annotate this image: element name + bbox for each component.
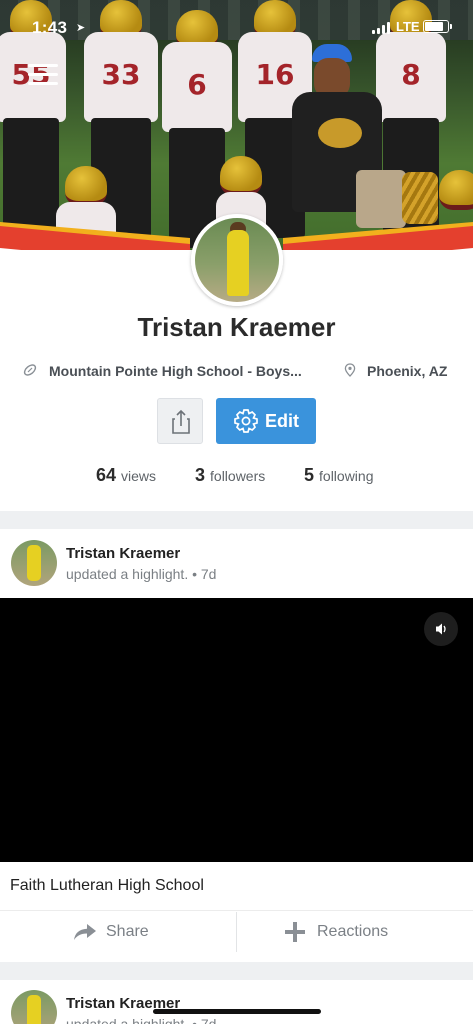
stat-label: views xyxy=(121,468,157,484)
cover-handbag xyxy=(356,170,406,228)
status-bar: 1:43 ➤ LTE xyxy=(0,0,473,56)
profile-avatar[interactable] xyxy=(191,214,283,306)
location-arrow-icon: ➤ xyxy=(76,22,86,34)
speaker-icon xyxy=(436,623,446,635)
stat-label: following xyxy=(319,468,374,484)
stat-label: followers xyxy=(210,468,266,484)
edit-button-label: Edit xyxy=(265,411,299,431)
stat-following[interactable]: 5 following xyxy=(304,465,374,486)
stat-value: 5 xyxy=(304,465,315,485)
share-upload-icon xyxy=(172,409,190,434)
cover-pompom xyxy=(402,172,438,224)
share-profile-button[interactable] xyxy=(157,398,203,444)
gear-icon xyxy=(234,409,258,433)
status-time: 1:43 xyxy=(32,18,68,37)
profile-location: Phoenix, AZ xyxy=(367,363,448,379)
plus-icon xyxy=(285,922,305,942)
reactions-button[interactable]: Reactions xyxy=(237,911,473,955)
stat-value: 3 xyxy=(195,465,206,485)
post-caption: Faith Lutheran High School xyxy=(10,877,204,894)
post-activity: updated a highlight. • 7d xyxy=(66,1016,217,1024)
football-icon xyxy=(23,364,37,376)
actions-separator xyxy=(236,912,237,952)
hamburger-menu-icon[interactable] xyxy=(28,62,58,88)
battery-icon xyxy=(423,20,452,33)
share-label: Share xyxy=(106,923,149,940)
mute-toggle-button[interactable] xyxy=(424,612,458,646)
cell-signal-icon xyxy=(372,22,392,34)
network-type: LTE xyxy=(396,19,420,34)
section-divider xyxy=(0,962,473,980)
reactions-label: Reactions xyxy=(317,923,389,940)
profile-name: Tristan Kraemer xyxy=(137,312,336,342)
section-divider xyxy=(0,511,473,529)
share-arrow-icon xyxy=(74,924,96,940)
post-author-name[interactable]: Tristan Kraemer xyxy=(66,545,180,562)
home-indicator[interactable] xyxy=(153,1009,321,1014)
share-post-button[interactable]: Share xyxy=(0,911,236,955)
stat-views[interactable]: 64 views xyxy=(96,465,156,486)
cover-player-kneeling xyxy=(439,170,473,230)
profile-school[interactable]: Mountain Pointe High School - Boys... xyxy=(49,363,302,379)
edit-profile-button[interactable]: Edit xyxy=(216,398,316,444)
post-author-avatar[interactable] xyxy=(11,990,57,1024)
stat-followers[interactable]: 3 followers xyxy=(195,465,265,486)
highlight-video-player[interactable] xyxy=(0,598,473,862)
post-author-avatar[interactable] xyxy=(11,540,57,586)
location-pin-icon xyxy=(344,363,356,377)
profile-stats: 64 views 3 followers 5 following xyxy=(0,465,473,489)
stat-value: 64 xyxy=(96,465,117,485)
post-activity: updated a highlight. • 7d xyxy=(66,566,217,582)
